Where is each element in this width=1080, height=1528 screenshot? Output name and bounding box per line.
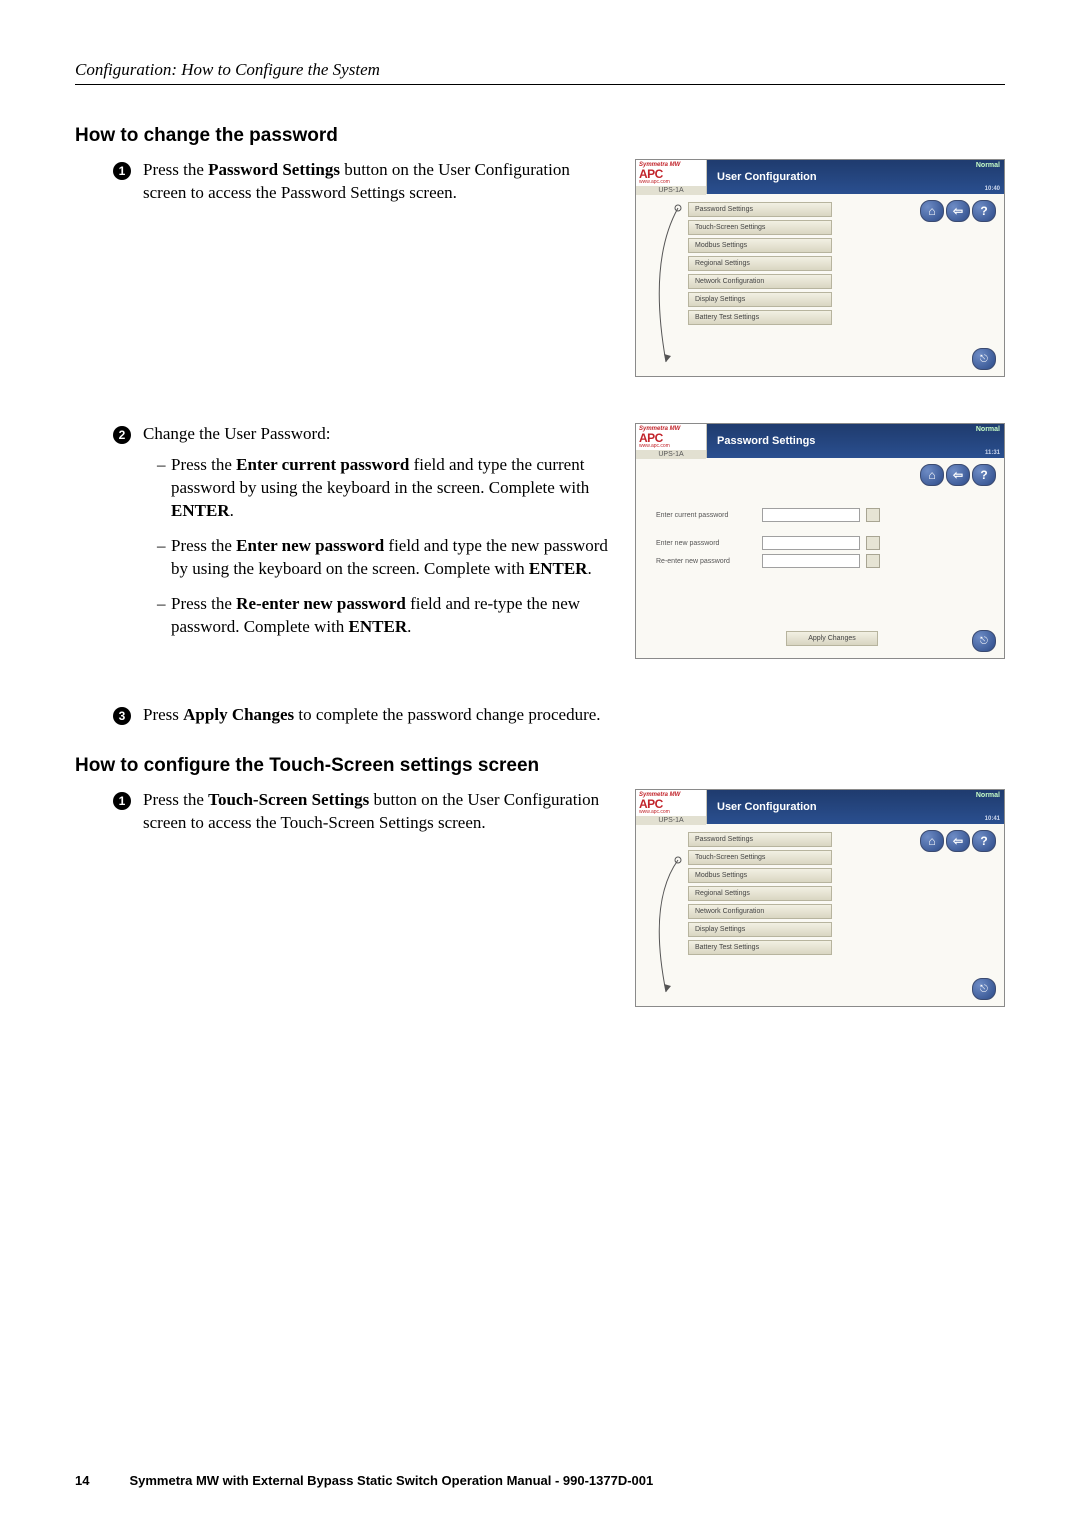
menu-modbus-settings[interactable]: Modbus Settings [688,238,832,253]
keyboard-icon[interactable] [866,554,880,568]
apply-changes-button[interactable]: Apply Changes [786,631,878,646]
label-current-password: Enter current password [656,512,756,519]
logout-icon[interactable]: ⎋ [972,348,996,370]
bullet-current-password: Press the Enter current password field a… [157,454,611,523]
menu-password-settings[interactable]: Password Settings [688,832,832,847]
breadcrumb: Configuration: How to Configure the Syst… [75,60,1005,85]
menu-touch-screen-settings[interactable]: Touch-Screen Settings [688,850,832,865]
keyboard-icon[interactable] [866,508,880,522]
pointer-curve-icon [646,202,690,372]
page-number: 14 [75,1473,89,1488]
home-icon[interactable]: ⌂ [920,464,944,486]
menu-display-settings[interactable]: Display Settings [688,292,832,307]
step-number-2: 2 [113,426,131,444]
status-badge: Normal [976,792,1000,799]
bullet-reenter-password: Press the Re-enter new password field an… [157,593,611,639]
help-icon[interactable]: ? [972,830,996,852]
menu-network-configuration[interactable]: Network Configuration [688,274,832,289]
back-icon[interactable]: ⇦ [946,200,970,222]
keyboard-icon[interactable] [866,536,880,550]
step1-text: Press the Password Settings button on th… [143,159,611,205]
logo-block: Symmetra MW APC www.apc.com UPS-1A [636,790,707,824]
logo-block: Symmetra MW APC www.apc.com UPS-1A [636,160,707,194]
menu-regional-settings[interactable]: Regional Settings [688,256,832,271]
screenshot-user-config-1: Symmetra MW APC www.apc.com UPS-1A User … [635,159,1005,377]
step-number-3: 3 [113,707,131,725]
menu-display-settings[interactable]: Display Settings [688,922,832,937]
screenshot-user-config-2: Symmetra MW APC www.apc.com UPS-1A User … [635,789,1005,1007]
menu-password-settings[interactable]: Password Settings [688,202,832,217]
input-current-password[interactable] [762,508,860,522]
menu-network-configuration[interactable]: Network Configuration [688,904,832,919]
screen-title: Password Settings Normal 11:31 [707,424,1004,458]
home-icon[interactable]: ⌂ [920,830,944,852]
screenshot-password-settings: Symmetra MW APC www.apc.com UPS-1A Passw… [635,423,1005,659]
status-badge: Normal [976,162,1000,169]
help-icon[interactable]: ? [972,464,996,486]
step3-text: Press Apply Changes to complete the pass… [143,705,1005,725]
pointer-curve-icon [646,832,690,1002]
menu-modbus-settings[interactable]: Modbus Settings [688,868,832,883]
help-icon[interactable]: ? [972,200,996,222]
section2-step1-text: Press the Touch-Screen Settings button o… [143,789,611,835]
step2-intro: Change the User Password: [143,423,611,446]
home-icon[interactable]: ⌂ [920,200,944,222]
heading-change-password: How to change the password [75,125,1005,147]
menu-regional-settings[interactable]: Regional Settings [688,886,832,901]
step-number-1: 1 [113,162,131,180]
label-new-password: Enter new password [656,540,756,547]
footer-text: Symmetra MW with External Bypass Static … [129,1473,653,1488]
menu-battery-test-settings[interactable]: Battery Test Settings [688,310,832,325]
screen-title: User Configuration Normal 10:40 [707,160,1004,194]
menu-battery-test-settings[interactable]: Battery Test Settings [688,940,832,955]
label-reenter-password: Re-enter new password [656,558,756,565]
menu-touch-screen-settings[interactable]: Touch-Screen Settings [688,220,832,235]
heading-touch-screen: How to configure the Touch-Screen settin… [75,755,1005,777]
logout-icon[interactable]: ⎋ [972,978,996,1000]
logout-icon[interactable]: ⎋ [972,630,996,652]
screen-title: User Configuration Normal 10:41 [707,790,1004,824]
step-number-1b: 1 [113,792,131,810]
logo-block: Symmetra MW APC www.apc.com UPS-1A [636,424,707,458]
back-icon[interactable]: ⇦ [946,464,970,486]
input-new-password[interactable] [762,536,860,550]
input-reenter-password[interactable] [762,554,860,568]
status-badge: Normal [976,426,1000,433]
bullet-new-password: Press the Enter new password field and t… [157,535,611,581]
back-icon[interactable]: ⇦ [946,830,970,852]
